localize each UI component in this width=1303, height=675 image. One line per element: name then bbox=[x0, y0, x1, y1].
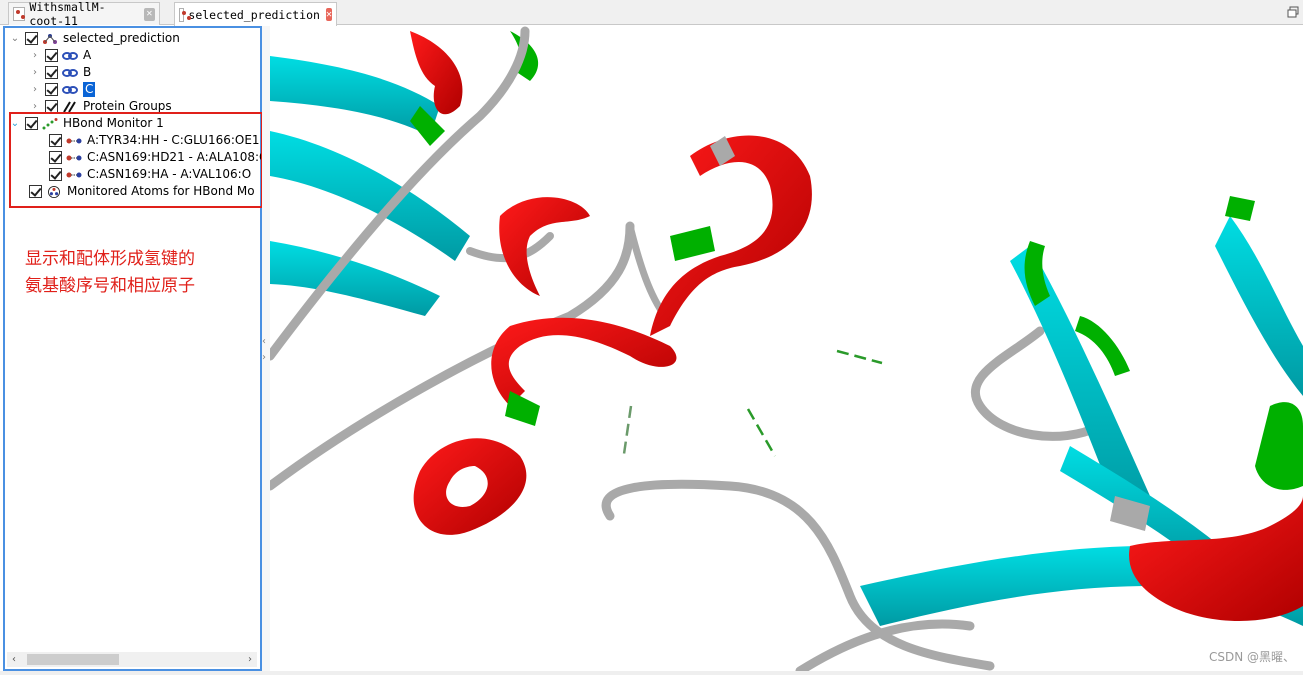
scroll-right-icon[interactable]: › bbox=[243, 652, 257, 667]
tab-selected-prediction[interactable]: selected_prediction ✕ bbox=[174, 2, 337, 26]
helix-segment bbox=[499, 197, 590, 296]
highlight-box bbox=[9, 112, 263, 208]
chain-icon bbox=[62, 51, 78, 60]
helix-segment bbox=[413, 438, 527, 535]
chain-icon bbox=[62, 85, 78, 94]
chevron-down-icon[interactable]: ⌄ bbox=[9, 33, 21, 45]
close-icon[interactable]: ✕ bbox=[325, 8, 332, 21]
horizontal-scrollbar[interactable]: ‹ › bbox=[7, 652, 257, 667]
visibility-checkbox[interactable] bbox=[25, 32, 38, 45]
hbond-line bbox=[836, 349, 883, 365]
coil-loop bbox=[626, 222, 669, 320]
tab-withsmallm-coot[interactable]: WithsmallM-coot-11 ✕ bbox=[8, 0, 160, 28]
coil-loop bbox=[795, 619, 975, 671]
maximize-icon[interactable] bbox=[1287, 6, 1299, 18]
annotation-line: 氨基酸序号和相应原子 bbox=[25, 276, 195, 296]
chain-icon bbox=[62, 68, 78, 77]
helix-segment bbox=[491, 317, 677, 406]
protein-groups-icon bbox=[63, 100, 76, 113]
molecule-render[interactable] bbox=[270, 26, 1303, 671]
collapse-left-icon[interactable]: ‹ bbox=[262, 336, 266, 347]
tree-item-chain-b[interactable]: › B bbox=[29, 64, 91, 81]
tab-bar: WithsmallM-coot-11 ✕ selected_prediction… bbox=[0, 0, 1303, 28]
status-strip bbox=[0, 671, 1303, 675]
hbond-line bbox=[622, 405, 633, 455]
chevron-right-icon[interactable]: › bbox=[29, 101, 41, 113]
turn-segment bbox=[1255, 402, 1303, 490]
tree-item-chain-c[interactable]: › C bbox=[29, 81, 96, 98]
beta-strand bbox=[1215, 216, 1303, 396]
chevron-right-icon[interactable]: › bbox=[29, 84, 41, 96]
tree-item-label: B bbox=[83, 65, 92, 79]
chevron-right-icon[interactable]: › bbox=[29, 50, 41, 62]
hbond-line bbox=[746, 408, 777, 457]
3d-viewport[interactable]: CSDN @黑曜、 bbox=[270, 26, 1303, 671]
visibility-checkbox[interactable] bbox=[45, 66, 58, 79]
hierarchy-tree-panel: ⌄ selected_prediction › A › B › C › Prot… bbox=[3, 26, 267, 671]
scroll-left-icon[interactable]: ‹ bbox=[7, 652, 21, 667]
tree-item-root[interactable]: ⌄ selected_prediction bbox=[9, 30, 180, 47]
panel-splitter[interactable]: ‹ › bbox=[262, 26, 270, 671]
tab-label: WithsmallM-coot-11 bbox=[29, 0, 106, 28]
structure-icon bbox=[179, 7, 192, 22]
close-icon[interactable]: ✕ bbox=[143, 7, 155, 21]
tree-item-label: A bbox=[83, 48, 92, 62]
tree-item-label: selected_prediction bbox=[63, 31, 180, 45]
annotation-text: 显示和配体形成氢键的 氨基酸序号和相应原子 bbox=[25, 246, 195, 300]
visibility-checkbox[interactable] bbox=[45, 83, 58, 96]
turn-segment bbox=[670, 226, 715, 261]
annotation-line: 显示和配体形成氢键的 bbox=[25, 249, 195, 269]
tree-item-chain-a[interactable]: › A bbox=[29, 47, 91, 64]
turn-segment bbox=[505, 391, 540, 426]
structure-icon bbox=[13, 7, 26, 21]
scrollbar-thumb[interactable] bbox=[27, 654, 119, 665]
watermark: CSDN @黑曜、 bbox=[1208, 650, 1295, 664]
tree-item-label: C bbox=[83, 82, 96, 97]
tab-label: selected_prediction bbox=[188, 7, 320, 22]
expand-right-icon[interactable]: › bbox=[262, 352, 266, 363]
molecule-icon bbox=[43, 33, 57, 44]
visibility-checkbox[interactable] bbox=[45, 49, 58, 62]
chevron-right-icon[interactable]: › bbox=[29, 67, 41, 79]
